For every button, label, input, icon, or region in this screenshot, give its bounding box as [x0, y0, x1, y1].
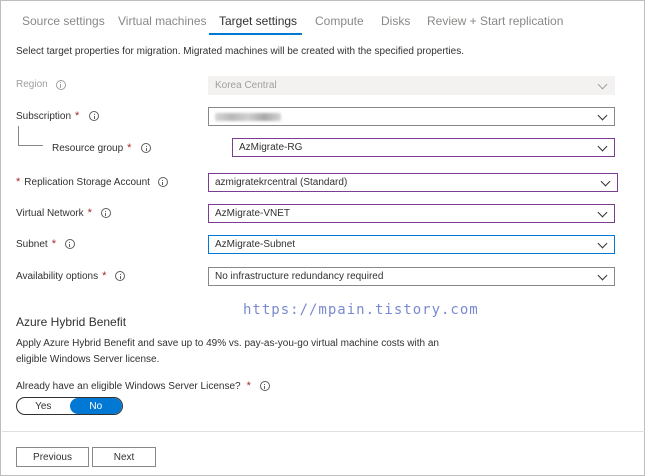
watermark-url: https://mpain.tistory.com — [243, 302, 479, 318]
info-icon[interactable] — [100, 208, 111, 218]
subnet-label: Subnet * — [16, 238, 75, 250]
subscription-label-text: Subscription — [16, 110, 72, 122]
virtual-network-label-text: Virtual Network — [16, 207, 84, 219]
window-frame: Source settings Virtual machines Target … — [0, 0, 645, 476]
replication-storage-label: * Replication Storage Account — [16, 176, 168, 188]
subnet-value: AzMigrate-Subnet — [215, 239, 296, 250]
toggle-option-no[interactable]: No — [69, 398, 122, 414]
tree-connector — [18, 126, 43, 146]
chevron-down-icon — [597, 207, 608, 218]
replication-storage-dropdown[interactable]: azmigratekrcentral (Standard) — [208, 173, 618, 192]
tab-compute[interactable]: Compute — [315, 14, 364, 28]
info-icon[interactable] — [64, 239, 75, 249]
tab-target-settings[interactable]: Target settings — [219, 14, 297, 28]
subscription-dropdown[interactable] — [208, 107, 615, 126]
required-marker: * — [51, 238, 56, 250]
chevron-down-icon — [597, 79, 608, 90]
chevron-down-icon — [597, 141, 608, 152]
virtual-network-dropdown[interactable]: AzMigrate-VNET — [208, 204, 615, 223]
availability-options-label-text: Availability options — [16, 270, 99, 282]
previous-button[interactable]: Previous — [16, 447, 89, 467]
resource-group-value: AzMigrate-RG — [239, 142, 303, 153]
chevron-down-icon — [597, 270, 608, 281]
info-icon[interactable] — [141, 143, 152, 153]
info-icon[interactable] — [259, 381, 270, 391]
virtual-network-value: AzMigrate-VNET — [215, 208, 291, 219]
license-toggle[interactable]: Yes No — [16, 397, 123, 415]
toggle-option-yes[interactable]: Yes — [17, 398, 70, 414]
active-tab-indicator — [209, 33, 302, 35]
chevron-down-icon — [597, 238, 608, 249]
resource-group-label: Resource group * — [52, 142, 152, 154]
subscription-label: Subscription * — [16, 110, 100, 122]
hybrid-benefit-description: Apply Azure Hybrid Benefit and save up t… — [16, 338, 439, 365]
tab-review-start-replication[interactable]: Review + Start replication — [427, 14, 563, 28]
license-question-text: Already have an eligible Windows Server … — [16, 380, 241, 392]
subnet-label-text: Subnet — [16, 238, 48, 250]
wizard-tabs: Source settings Virtual machines Target … — [1, 1, 645, 38]
required-marker: * — [127, 142, 132, 154]
license-question-label: Already have an eligible Windows Server … — [16, 380, 270, 392]
redacted-subscription-value — [215, 112, 281, 121]
region-value: Korea Central — [215, 80, 277, 91]
hybrid-benefit-title: Azure Hybrid Benefit — [16, 315, 127, 329]
info-icon[interactable] — [89, 111, 100, 121]
region-dropdown: Korea Central — [208, 76, 615, 95]
footer-divider — [2, 431, 645, 432]
availability-options-dropdown[interactable]: No infrastructure redundancy required — [208, 267, 615, 286]
tab-virtual-machines[interactable]: Virtual machines — [118, 14, 207, 28]
intro-text: Select target properties for migration. … — [16, 46, 464, 57]
replication-storage-label-text: Replication Storage Account — [24, 176, 150, 188]
region-label-text: Region — [16, 79, 48, 90]
info-icon[interactable] — [55, 79, 66, 90]
replication-storage-value: azmigratekrcentral (Standard) — [215, 177, 348, 188]
required-marker: * — [246, 380, 251, 392]
required-marker: * — [75, 110, 80, 122]
info-icon[interactable] — [115, 271, 126, 281]
tab-source-settings[interactable]: Source settings — [22, 14, 105, 28]
subnet-dropdown[interactable]: AzMigrate-Subnet — [208, 235, 615, 254]
tab-disks[interactable]: Disks — [381, 14, 410, 28]
region-label: Region — [16, 79, 66, 90]
required-marker: * — [102, 270, 107, 282]
chevron-down-icon — [600, 176, 611, 187]
required-marker: * — [16, 176, 21, 188]
resource-group-dropdown[interactable]: AzMigrate-RG — [232, 138, 615, 157]
availability-options-value: No infrastructure redundancy required — [215, 271, 384, 282]
availability-options-label: Availability options * — [16, 270, 126, 282]
resource-group-label-text: Resource group — [52, 142, 124, 154]
chevron-down-icon — [597, 110, 608, 121]
virtual-network-label: Virtual Network * — [16, 207, 111, 219]
info-icon[interactable] — [157, 177, 168, 187]
next-button[interactable]: Next — [92, 447, 156, 467]
required-marker: * — [87, 207, 92, 219]
